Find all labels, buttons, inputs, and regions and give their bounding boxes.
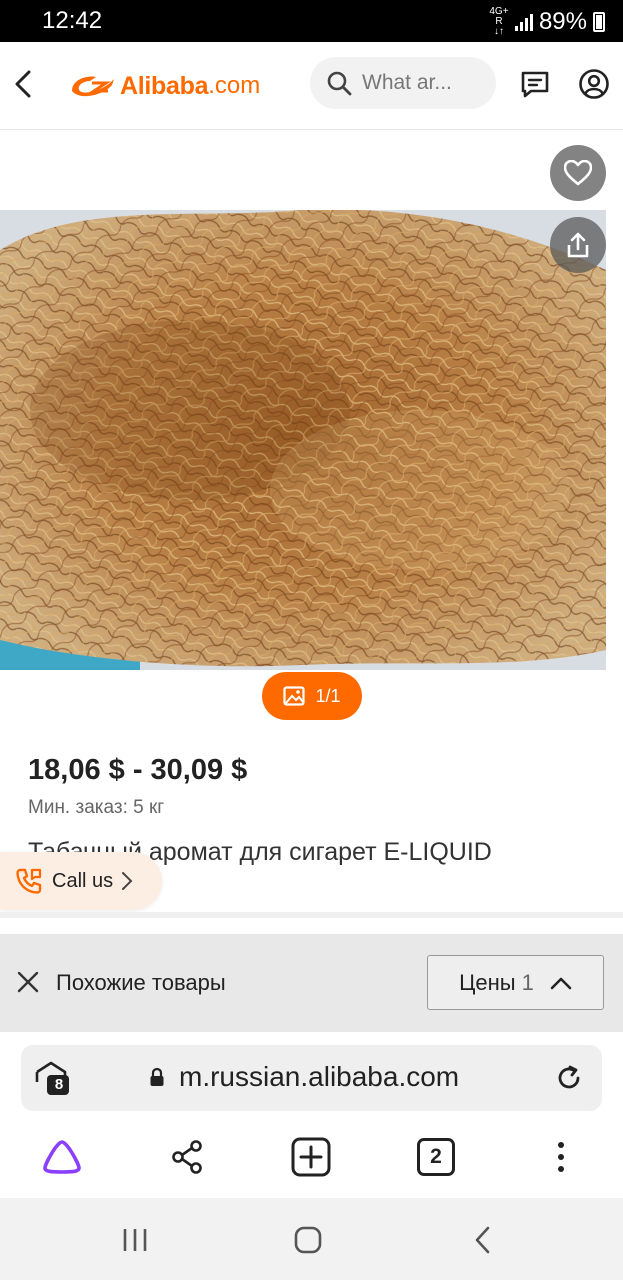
similar-products-bar: Похожие товары Цены 1 <box>0 934 623 1032</box>
search-icon <box>327 71 352 96</box>
status-bar: 12:42 4G+ R ↓↑ 89% <box>0 0 623 42</box>
share-network-icon[interactable] <box>166 1136 208 1178</box>
tabs-switcher-button[interactable]: 2 <box>415 1136 457 1178</box>
image-counter[interactable]: 1/1 <box>262 672 362 720</box>
min-order: Мин. заказ: 5 кг <box>28 797 165 818</box>
gallery-image-icon <box>283 686 306 706</box>
home-icon[interactable] <box>290 1222 326 1258</box>
shield-tabs-icon[interactable]: 8 <box>35 1060 71 1096</box>
section-divider <box>0 912 623 918</box>
similar-products-label[interactable]: Похожие товары <box>56 970 226 996</box>
url-text[interactable]: m.russian.alibaba.com <box>179 1061 459 1093</box>
status-time: 12:42 <box>42 7 103 34</box>
battery-percent: 89% <box>538 8 587 35</box>
share-button[interactable] <box>550 217 606 273</box>
close-icon[interactable] <box>14 968 42 996</box>
product-image[interactable] <box>0 210 606 670</box>
back-arrow-icon[interactable] <box>8 64 38 104</box>
more-menu-icon[interactable] <box>540 1136 582 1178</box>
product-price: 18,06 $ - 30,09 $ <box>28 754 248 786</box>
call-us-label: Call us <box>52 869 114 892</box>
browser-toolbar: 2 <box>0 1122 623 1198</box>
system-nav-bar <box>0 1198 623 1280</box>
network-indicator: 4G+ R ↓↑ <box>489 6 509 37</box>
heart-icon <box>564 160 592 186</box>
tobacco-photo <box>0 210 606 670</box>
reload-icon[interactable] <box>554 1063 584 1093</box>
app-header: Alibaba .com What ar... <box>0 42 623 130</box>
favorite-button[interactable] <box>550 145 606 201</box>
back-nav-icon[interactable] <box>465 1222 501 1258</box>
chevron-up-icon <box>550 977 572 989</box>
prices-toggle-button[interactable]: Цены 1 <box>427 955 604 1010</box>
messages-icon[interactable] <box>519 68 551 100</box>
recent-apps-icon[interactable] <box>117 1222 153 1258</box>
status-indicators: 4G+ R ↓↑ 89% <box>489 7 605 37</box>
phone-call-icon <box>16 868 42 894</box>
prices-count: 1 <box>521 969 534 995</box>
account-icon[interactable] <box>578 68 610 100</box>
chevron-right-icon <box>122 872 133 890</box>
product-gallery: 1/1 <box>0 131 623 741</box>
tab-badge-count: 8 <box>54 1076 64 1093</box>
logo-domain: .com <box>208 72 261 99</box>
search-box[interactable]: What ar... <box>310 57 496 109</box>
logo-wordmark: Alibaba <box>120 71 209 100</box>
alibaba-logo[interactable]: Alibaba .com <box>66 66 260 106</box>
alibaba-logo-mark-icon <box>72 76 114 97</box>
new-tab-icon[interactable] <box>290 1136 332 1178</box>
battery-icon <box>593 12 605 32</box>
image-counter-text: 1/1 <box>315 685 341 706</box>
call-us-button[interactable]: Call us <box>0 852 162 910</box>
alice-assistant-icon[interactable] <box>41 1136 83 1178</box>
open-tabs-count: 2 <box>417 1138 455 1176</box>
address-bar[interactable]: 8 m.russian.alibaba.com <box>21 1045 602 1111</box>
lock-icon <box>150 1067 164 1086</box>
signal-icon <box>514 13 533 31</box>
search-placeholder: What ar... <box>362 71 452 94</box>
prices-label: Цены <box>459 969 516 995</box>
browser-address-area: 8 m.russian.alibaba.com <box>0 1032 623 1122</box>
share-icon <box>567 232 589 258</box>
